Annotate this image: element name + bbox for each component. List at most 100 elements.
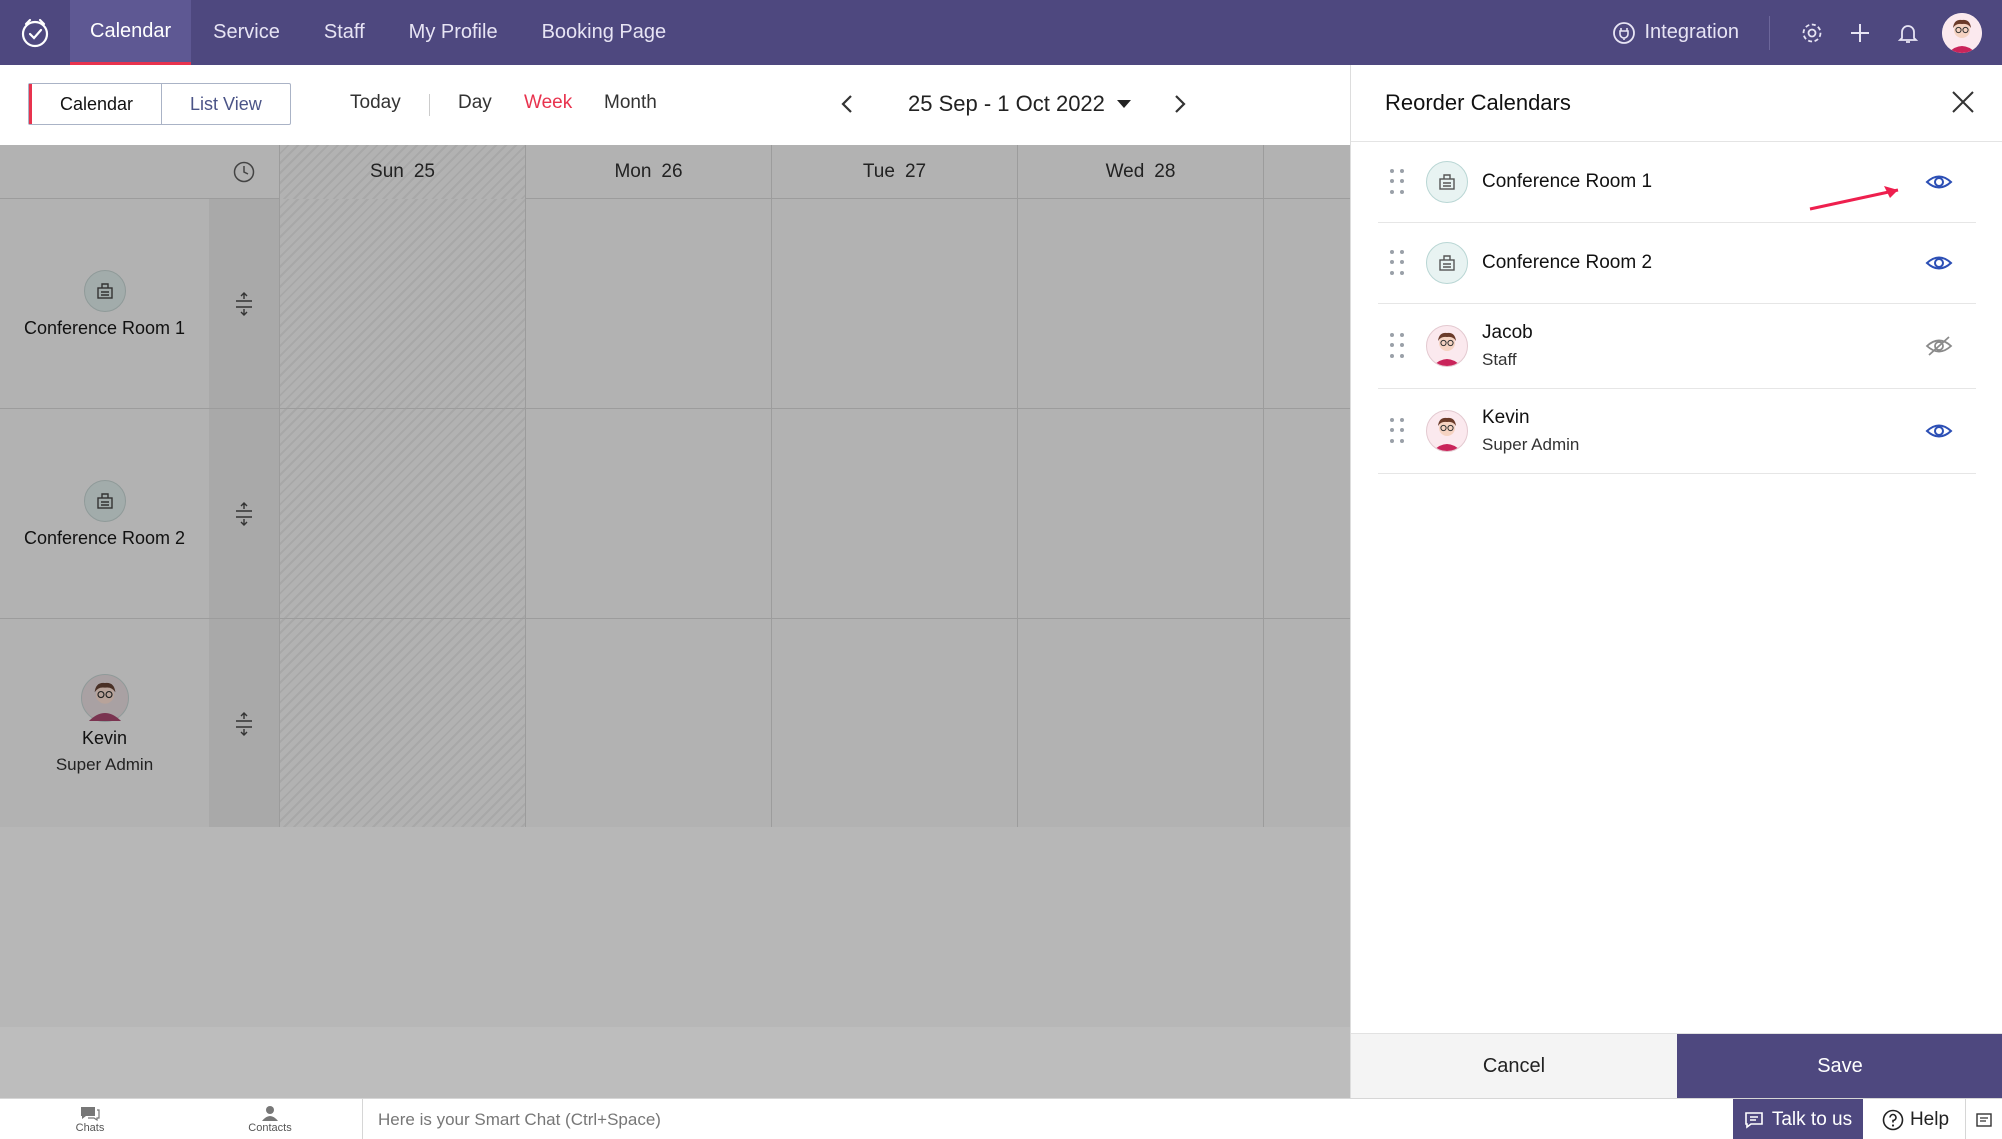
resource-label[interactable]: Kevin Super Admin <box>0 619 209 829</box>
item-role: Staff <box>1482 350 1517 369</box>
close-icon[interactable] <box>1948 87 1978 117</box>
annotation-arrow-icon <box>1809 186 1899 211</box>
today-button[interactable]: Today <box>350 92 401 114</box>
feedback-icon[interactable] <box>1966 1099 2002 1139</box>
chats-button[interactable]: Chats <box>0 1099 180 1139</box>
resource-row: Conference Room 1 <box>0 199 1350 409</box>
grid-empty-area <box>0 827 1350 1027</box>
drag-handle-icon[interactable] <box>1390 418 1404 444</box>
eye-icon[interactable] <box>1924 419 1954 443</box>
chevron-right-icon <box>1175 95 1186 113</box>
integration-icon <box>1613 21 1636 44</box>
item-name: Kevin <box>1482 407 1530 428</box>
resource-role: Super Admin <box>55 754 154 774</box>
resource-label[interactable]: Conference Room 2 <box>0 409 209 619</box>
contacts-icon <box>262 1105 278 1121</box>
day-number: 28 <box>1154 161 1176 182</box>
smart-chat-input[interactable]: Here is your Smart Chat (Ctrl+Space) <box>362 1099 1732 1139</box>
chat-icon <box>81 1106 100 1121</box>
item-name: Conference Room 2 <box>1482 252 1653 273</box>
drag-handle-icon[interactable] <box>1390 333 1404 359</box>
help-label: Help <box>1909 1108 1950 1130</box>
item-role: Super Admin <box>1482 435 1580 454</box>
nav-service[interactable]: Service <box>191 0 302 65</box>
resource-row: Conference Room 2 <box>0 409 1350 619</box>
week-range-button[interactable]: Week <box>524 92 572 114</box>
day-name: Sun <box>370 161 404 182</box>
day-name: Tue <box>862 161 895 182</box>
avatar <box>80 673 129 722</box>
integration-button[interactable]: Integration <box>1612 15 1770 50</box>
day-number: 27 <box>904 161 927 182</box>
panel-footer: Cancel Save <box>1351 1033 2002 1099</box>
tab-list-view[interactable]: List View <box>161 84 290 124</box>
view-switch: Calendar List View <box>28 83 291 125</box>
chevron-left-icon <box>841 95 852 113</box>
resource-name: Conference Room 1 <box>23 317 186 338</box>
list-item[interactable]: Jacob Staff <box>1378 304 1976 389</box>
contacts-button[interactable]: Contacts <box>180 1099 360 1139</box>
day-header-sun: Sun 25 <box>279 145 525 199</box>
date-range-picker[interactable]: 25 Sep - 1 Oct 2022 <box>908 91 1131 117</box>
nav-booking-page[interactable]: Booking Page <box>520 0 689 65</box>
nav-calendar[interactable]: Calendar <box>70 0 192 65</box>
day-header-partial <box>1263 145 1350 199</box>
bell-icon[interactable] <box>1884 9 1932 57</box>
expand-row-icon[interactable] <box>209 619 279 829</box>
day-header-wed: Wed 28 <box>1017 145 1263 199</box>
day-header-row: Sun 25 Mon 26 Tue 27 Wed 28 <box>0 145 1350 199</box>
building-icon <box>1426 242 1468 284</box>
day-range-button[interactable]: Day <box>458 92 492 114</box>
building-icon <box>1426 161 1468 203</box>
help-icon <box>1882 1109 1904 1130</box>
eye-icon[interactable] <box>1924 251 1954 275</box>
talk-to-us-button[interactable]: Talk to us <box>1733 1099 1863 1139</box>
save-button[interactable]: Save <box>1677 1034 2002 1099</box>
day-header-mon: Mon 26 <box>525 145 771 199</box>
eye-icon[interactable] <box>1924 170 1954 194</box>
divider <box>429 94 430 116</box>
eye-off-icon[interactable] <box>1924 334 1954 358</box>
resource-row: Kevin Super Admin <box>0 619 1350 829</box>
avatar[interactable] <box>1942 12 1982 53</box>
caret-down-icon <box>1116 100 1131 108</box>
calendar-grid: Sun 25 Mon 26 Tue 27 Wed 28 Conference R… <box>0 145 1350 1098</box>
next-week-button[interactable] <box>1165 87 1195 121</box>
day-header-tue: Tue 27 <box>771 145 1017 199</box>
clock-icon <box>209 145 279 199</box>
building-icon <box>83 479 126 522</box>
month-range-button[interactable]: Month <box>604 92 657 114</box>
grid-footer-area <box>0 1027 1350 1098</box>
resource-name: Kevin <box>81 727 128 748</box>
prev-week-button[interactable] <box>832 87 862 121</box>
plus-icon[interactable] <box>1836 9 1884 57</box>
integration-label: Integration <box>1644 21 1739 43</box>
bottom-bar: Chats Contacts Here is your Smart Chat (… <box>0 1098 2002 1139</box>
nav-my-profile[interactable]: My Profile <box>387 0 520 65</box>
list-item[interactable]: Conference Room 2 <box>1378 223 1976 304</box>
item-name: Jacob <box>1482 322 1533 343</box>
resource-label[interactable]: Conference Room 1 <box>0 199 209 409</box>
drag-handle-icon[interactable] <box>1390 169 1404 195</box>
calendar-toolbar: Calendar List View Today Day Week Month … <box>0 65 1350 145</box>
expand-row-icon[interactable] <box>209 409 279 619</box>
expand-row-icon[interactable] <box>209 199 279 409</box>
reorder-calendars-panel: Reorder Calendars Conference Room 1 Conf… <box>1350 65 2002 1099</box>
item-name: Conference Room 1 <box>1482 171 1653 192</box>
day-name: Wed <box>1105 161 1145 182</box>
drag-handle-icon[interactable] <box>1390 250 1404 276</box>
day-name: Mon <box>614 161 652 182</box>
nav-staff[interactable]: Staff <box>302 0 387 65</box>
resource-name: Conference Room 2 <box>23 527 186 548</box>
help-button[interactable]: Help <box>1866 1099 1966 1139</box>
avatar <box>1426 325 1468 367</box>
cancel-button[interactable]: Cancel <box>1351 1034 1677 1099</box>
list-item[interactable]: Kevin Super Admin <box>1378 389 1976 474</box>
grid-area: Sun 25 Mon 26 Tue 27 Wed 28 Conference R… <box>0 145 1350 829</box>
panel-header: Reorder Calendars <box>1351 65 2002 142</box>
message-icon <box>1745 1111 1763 1129</box>
logo-icon[interactable] <box>0 0 70 65</box>
day-number: 25 <box>413 161 435 182</box>
settings-icon[interactable] <box>1788 9 1836 57</box>
tab-calendar-view[interactable]: Calendar <box>29 84 161 124</box>
